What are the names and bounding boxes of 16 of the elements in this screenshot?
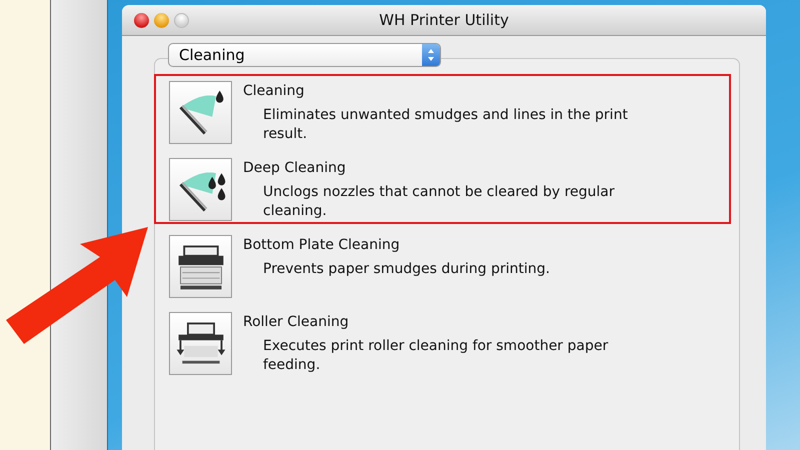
stepper-icon bbox=[422, 44, 440, 66]
wiper-icon[interactable] bbox=[169, 158, 232, 221]
item-description: Prevents paper smudges during printing. bbox=[263, 260, 550, 279]
window-title: WH Printer Utility bbox=[379, 11, 509, 29]
printer-icon[interactable] bbox=[169, 312, 232, 375]
wiper-icon[interactable] bbox=[169, 81, 232, 144]
item-title: Deep Cleaning bbox=[243, 159, 347, 178]
close-button[interactable] bbox=[134, 12, 149, 28]
item-title: Roller Cleaning bbox=[243, 313, 350, 332]
item-description: Executes print roller cleaning for smoother paper feeding. bbox=[263, 337, 610, 375]
item-description: Eliminates unwanted smudges and lines in the print result. bbox=[263, 106, 629, 144]
item-title: Cleaning bbox=[243, 82, 306, 101]
item-description: Unclogs nozzles that cannot be cleared by regular cleaning. bbox=[263, 183, 616, 221]
mode-dropdown[interactable]: Cleaning bbox=[168, 43, 441, 67]
printer-icon[interactable] bbox=[169, 235, 232, 298]
item-title: Bottom Plate Cleaning bbox=[243, 236, 401, 255]
